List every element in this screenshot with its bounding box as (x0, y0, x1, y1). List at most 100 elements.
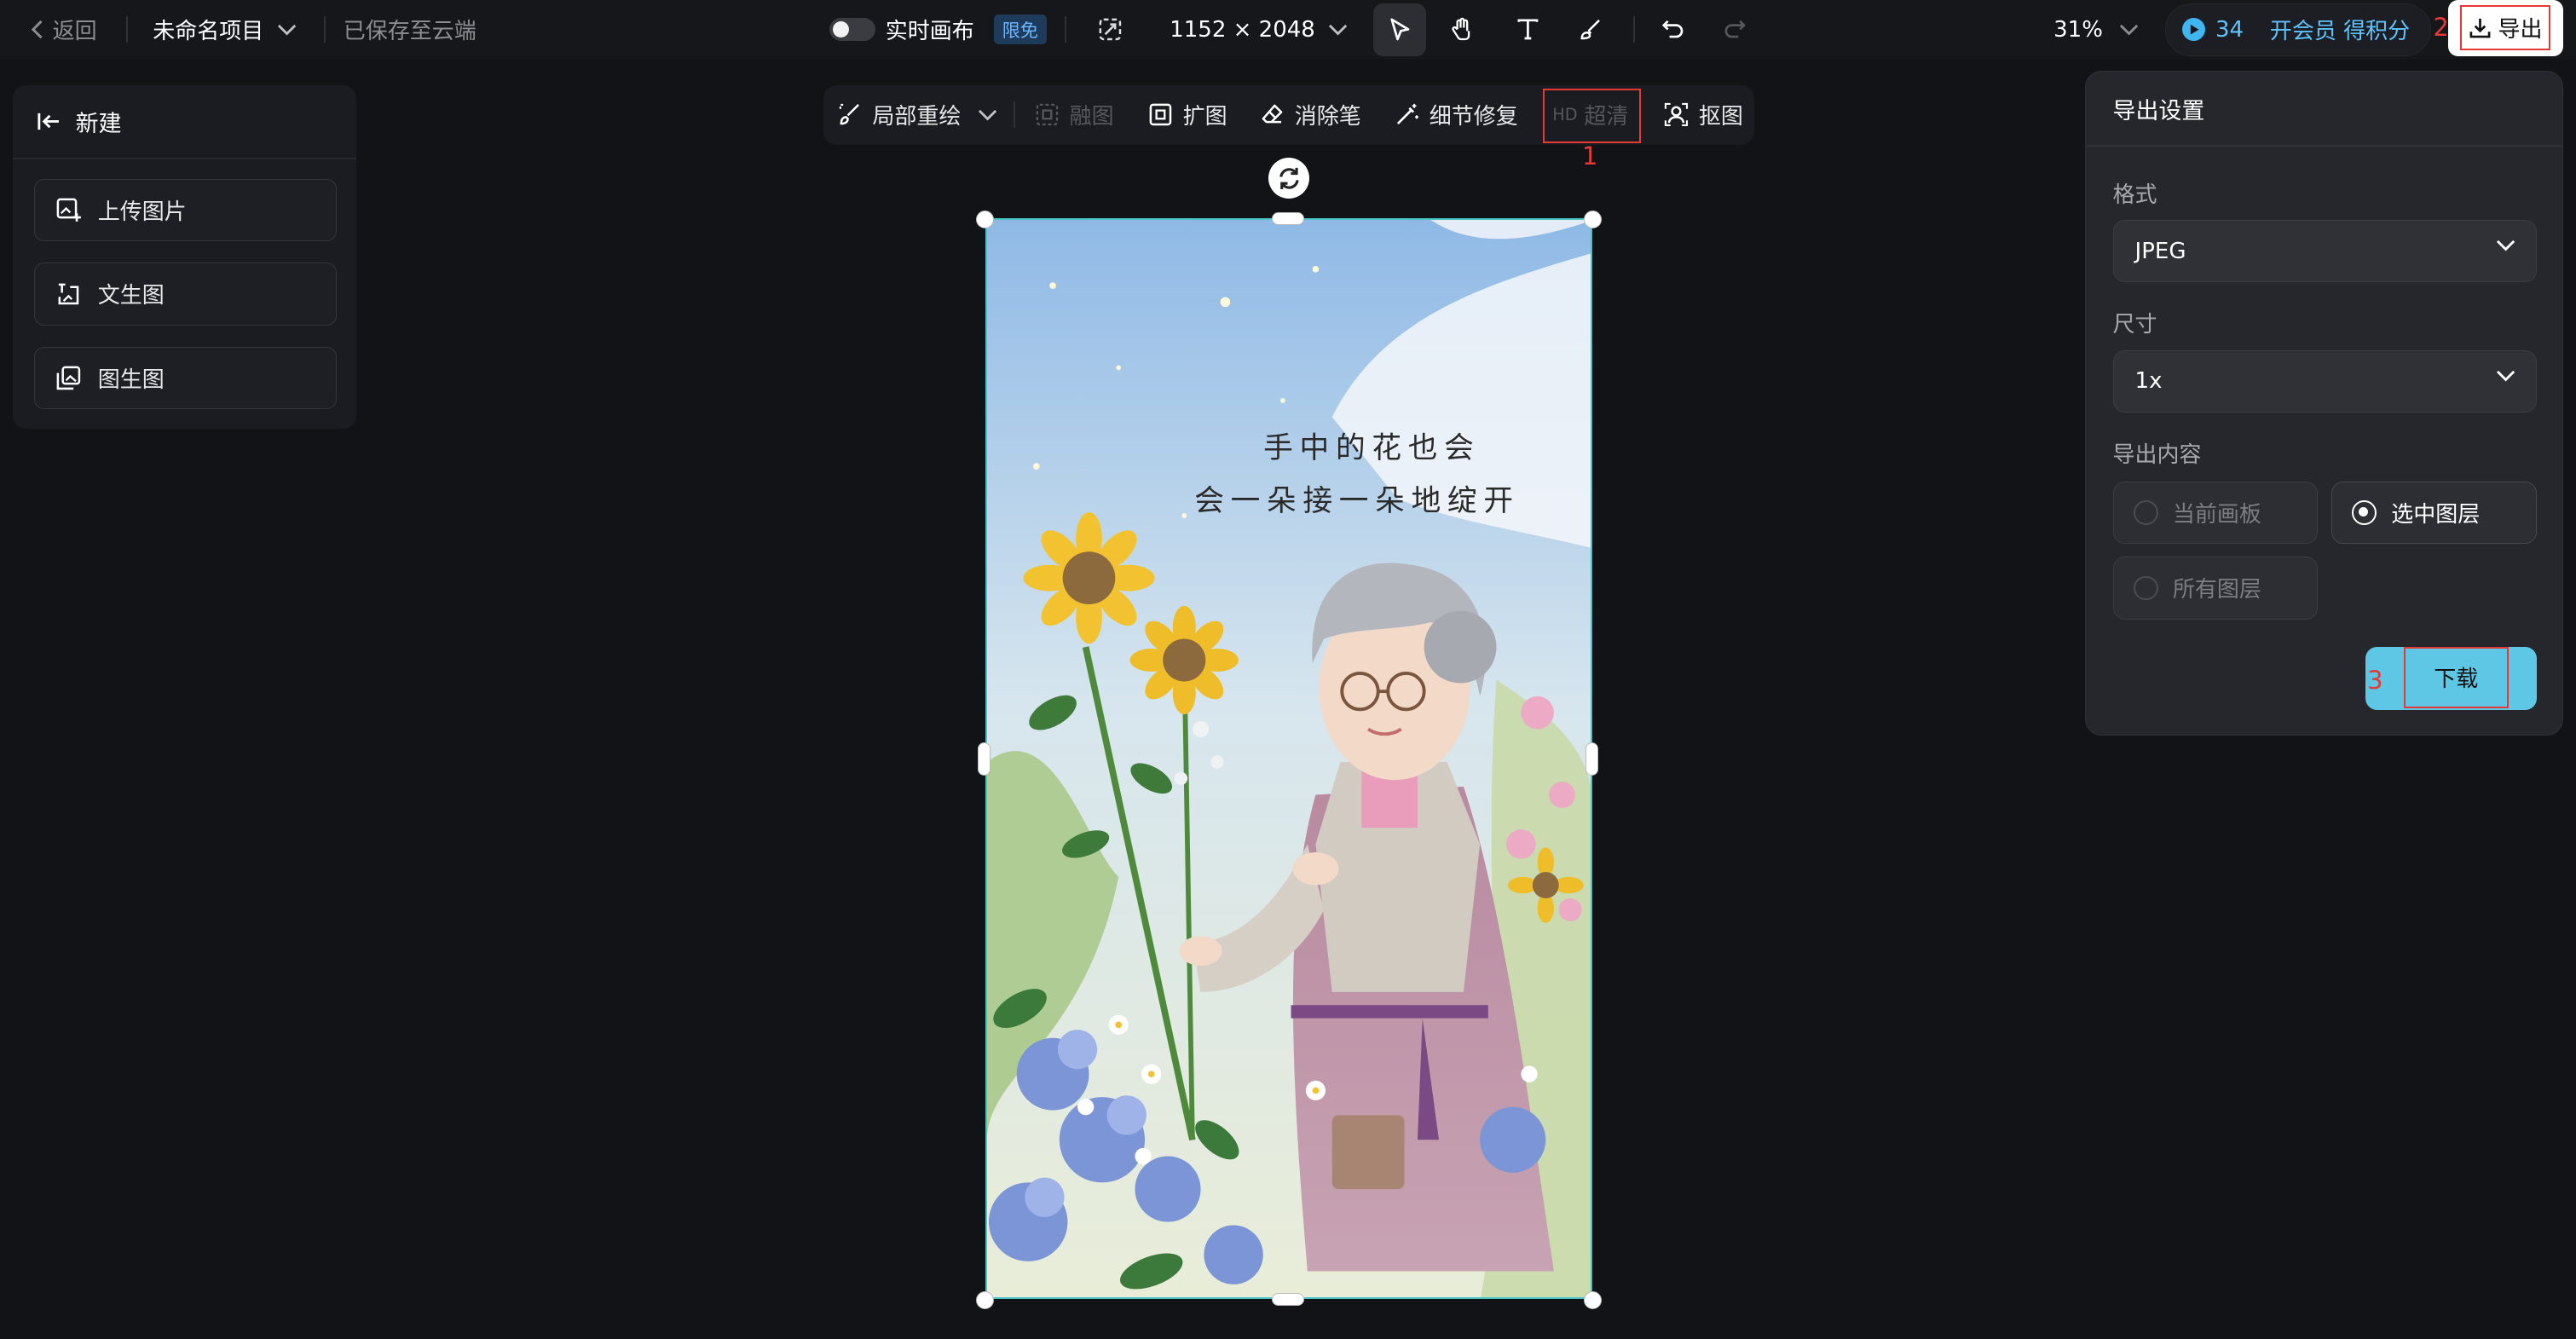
cutout-icon (1664, 102, 1689, 127)
back-label: 返回 (52, 19, 97, 45)
realtime-canvas-toggle[interactable]: 实时画布 限免 (829, 0, 1047, 59)
resize-handle-bottom-left[interactable] (975, 1290, 994, 1310)
export-button[interactable]: 导出 (2447, 0, 2563, 56)
annotation-marker-2: 2 (2433, 13, 2449, 43)
canvas-image[interactable]: 手中的花也会 会一朵接一朵地绽开 (985, 218, 1592, 1300)
poem-line-1: 手中的花也会 (1263, 431, 1481, 466)
divider (13, 158, 357, 159)
blend-tool[interactable]: 融图 (1035, 85, 1114, 144)
project-name-dropdown[interactable]: 未命名项目 (153, 0, 297, 59)
resize-handle-top-left[interactable] (975, 210, 994, 228)
limited-free-badge: 限免 (993, 14, 1047, 45)
resize-icon (1097, 16, 1123, 43)
size-label: 尺寸 (2112, 312, 2157, 338)
upload-image-label: 上传图片 (97, 199, 187, 226)
resize-handle-top[interactable] (1271, 211, 1305, 226)
chevron-down-icon (1328, 23, 1348, 36)
toggle-switch[interactable] (829, 18, 876, 42)
divider (2086, 144, 2562, 147)
expand-tool[interactable]: 扩图 (1148, 85, 1227, 144)
option-label: 选中图层 (2391, 501, 2481, 528)
blend-icon (1035, 102, 1060, 127)
format-select[interactable]: JPEG (2112, 220, 2537, 283)
option-label: 当前画板 (2172, 501, 2261, 528)
points-count: 34 (2215, 16, 2244, 43)
eraser-tool[interactable]: 消除笔 (1260, 85, 1361, 144)
undo-button[interactable] (1646, 3, 1699, 56)
hand-tool-button[interactable] (1435, 3, 1488, 56)
new-button[interactable]: 新建 (36, 103, 122, 139)
select-tool-button[interactable] (1373, 3, 1426, 56)
chevron-down-icon (2496, 369, 2515, 382)
divider (1064, 16, 1066, 43)
option-all-layers[interactable]: 所有图层 (2112, 557, 2319, 620)
redo-icon (1722, 16, 1748, 43)
image-to-image-icon (55, 365, 82, 391)
divider (1014, 101, 1016, 129)
divider (1632, 16, 1635, 43)
inpaint-tool[interactable]: 局部重绘 (838, 85, 997, 144)
highlight-box-1 (1542, 89, 1642, 143)
realtime-canvas-label: 实时画布 (885, 19, 974, 45)
eraser-icon (1260, 102, 1285, 127)
text-to-image-button[interactable]: 文生图 (34, 263, 338, 326)
blend-label: 融图 (1069, 104, 1114, 130)
download-button-label[interactable]: 下载 (2403, 647, 2509, 708)
zoom-dropdown[interactable]: 31% (2053, 0, 2139, 59)
poem-line-2: 会一朵接一朵地绽开 (1194, 483, 1520, 518)
brush-icon (1577, 16, 1603, 43)
export-label: 导出 (2498, 17, 2543, 43)
format-label: 格式 (2112, 182, 2157, 209)
export-content-label: 导出内容 (2112, 442, 2202, 468)
zoom-level: 31% (2053, 16, 2103, 43)
radio-button-checked[interactable] (2351, 499, 2377, 525)
image-to-image-button[interactable]: 图生图 (34, 346, 338, 409)
expand-label: 扩图 (1182, 104, 1227, 130)
upload-image-button[interactable]: 上传图片 (34, 179, 338, 242)
collapse-arrow-icon (36, 110, 62, 133)
cutout-tool[interactable]: 抠图 (1664, 85, 1743, 144)
resize-handle-bottom[interactable] (1271, 1292, 1305, 1307)
project-name: 未命名项目 (153, 19, 264, 45)
eraser-label: 消除笔 (1294, 104, 1361, 130)
resize-handle-left[interactable] (977, 742, 991, 776)
radio-button[interactable] (2133, 499, 2158, 525)
points-icon (2182, 18, 2206, 42)
inpaint-icon (838, 102, 863, 127)
member-cta: 开会员 得积分 (2269, 19, 2411, 45)
option-selected-layer[interactable]: 选中图层 (2331, 481, 2537, 544)
membership-button[interactable]: 34 开会员 得积分 (2165, 3, 2432, 56)
back-button[interactable]: 返回 (30, 0, 97, 59)
annotation-marker-1: 1 (1581, 141, 1598, 170)
brush-tool-button[interactable] (1564, 3, 1617, 56)
chevron-down-icon (277, 23, 297, 36)
resize-handle-bottom-right[interactable] (1583, 1290, 1603, 1310)
hand-icon (1449, 16, 1476, 43)
size-select[interactable]: 1x (2112, 349, 2537, 413)
radio-button[interactable] (2133, 575, 2158, 601)
canvas-size: 1152 × 2048 (1170, 16, 1315, 43)
text-icon (1515, 16, 1541, 43)
resize-handle-top-right[interactable] (1583, 210, 1603, 228)
redo-button[interactable] (1708, 3, 1761, 56)
text-tool-button[interactable] (1502, 3, 1555, 56)
rotate-handle[interactable] (1268, 158, 1310, 199)
format-value: JPEG (2134, 238, 2186, 264)
chevron-left-icon (30, 20, 46, 39)
option-current-artboard[interactable]: 当前画板 (2112, 481, 2319, 544)
download-icon (2469, 16, 2492, 39)
chevron-down-icon (2119, 23, 2139, 36)
resize-handle-right[interactable] (1585, 742, 1599, 776)
divider (323, 16, 326, 43)
canvas-size-dropdown[interactable]: 1152 × 2048 (1097, 0, 1348, 59)
export-settings-title: 导出设置 (2112, 97, 2205, 124)
chevron-down-icon (978, 108, 997, 121)
size-value: 1x (2134, 368, 2163, 395)
divider (126, 16, 129, 43)
detail-repair-tool[interactable]: 细节修复 (1395, 85, 1518, 144)
inpaint-label: 局部重绘 (872, 104, 962, 130)
new-label: 新建 (75, 111, 122, 138)
text-to-image-label: 文生图 (97, 283, 165, 309)
image-to-image-label: 图生图 (97, 366, 165, 393)
upload-image-icon (55, 197, 82, 223)
